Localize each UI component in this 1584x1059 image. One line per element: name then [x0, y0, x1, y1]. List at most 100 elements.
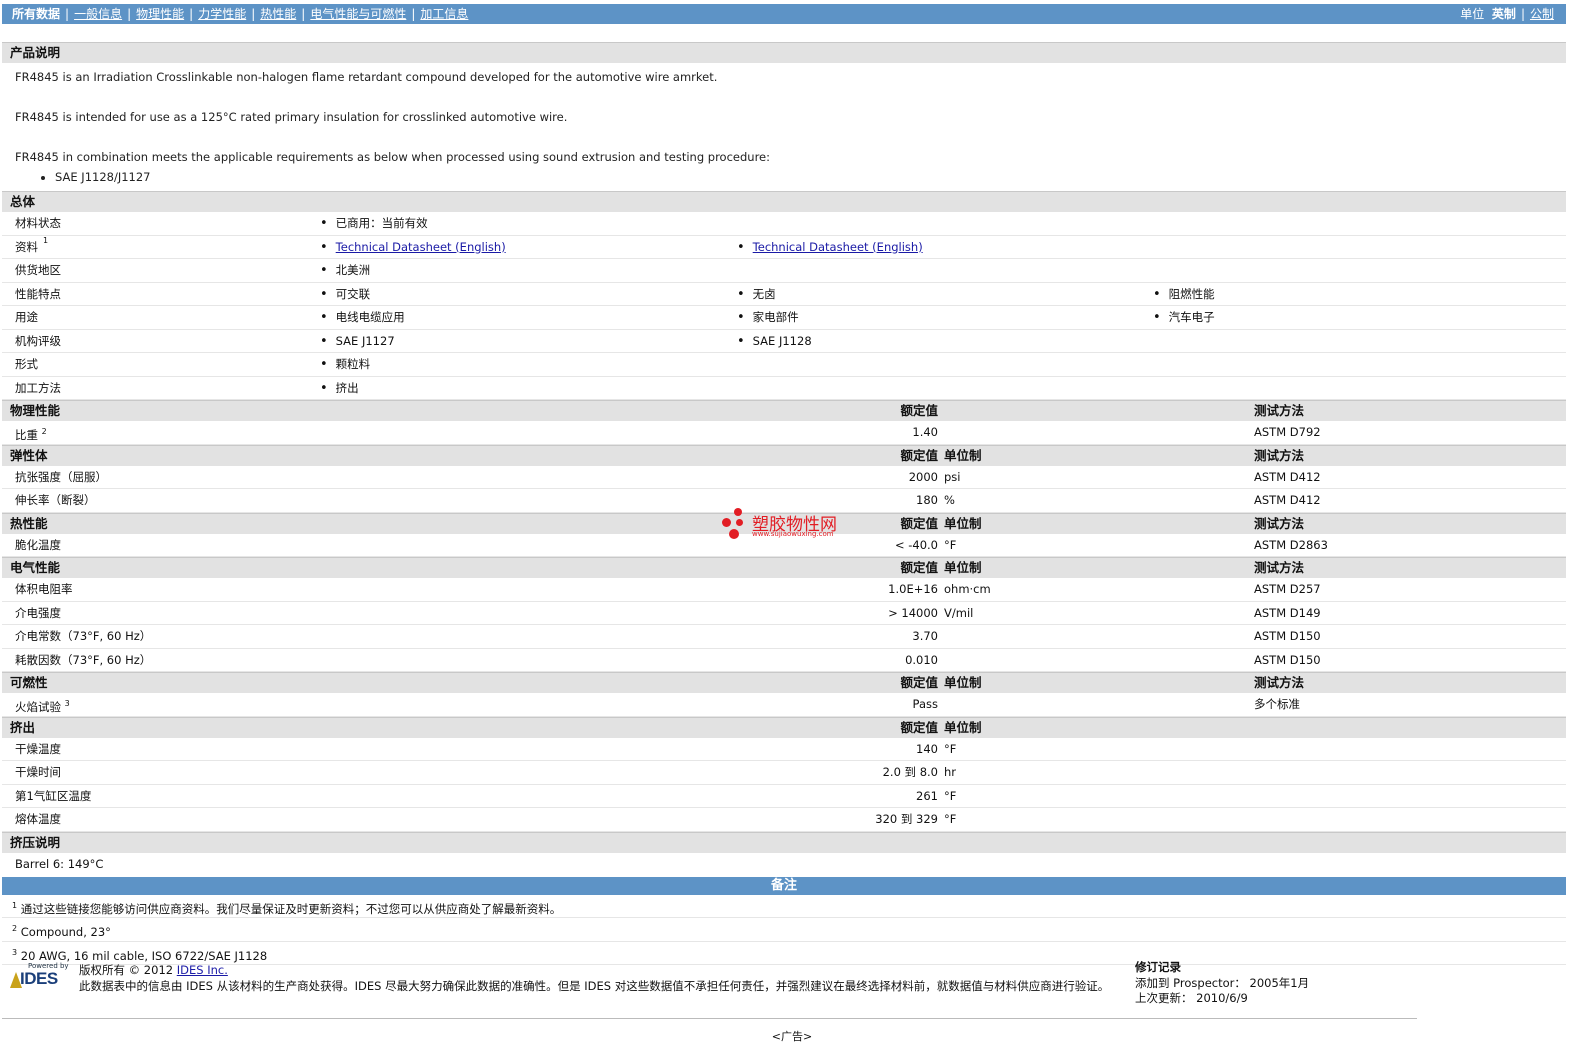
nominal-value: < -40.0 [894, 537, 938, 552]
value-text: 颗粒料 [335, 357, 371, 371]
note-text: Compound, 23° [20, 924, 111, 939]
row-value: 电线电缆应用 [320, 306, 405, 330]
description-para-2: FR4845 is intended for use as a 125°C ra… [15, 110, 568, 124]
footer: Powered by IDES 版权所有 © 2012 IDES Inc. 此数… [2, 960, 1417, 1019]
row-label: 形式 [15, 357, 38, 371]
nominal-value: 180 [916, 493, 938, 507]
row-label: 火焰试验 3 [15, 693, 70, 718]
row-value: SAE J1127 [320, 330, 395, 354]
row-label: 介电强度 [15, 602, 61, 625]
row-label: 第1气缸区温度 [15, 785, 91, 808]
unit-value: % [944, 493, 955, 507]
general-row: 用途 电线电缆应用 家电部件 汽车电子 [2, 306, 1566, 330]
copyright-block: 版权所有 © 2012 IDES Inc. 此数据表中的信息由 IDES 从该材… [79, 962, 1109, 994]
note-item: 1 通过这些链接您能够访问供应商资料。我们尽量保证及时更新资料；不过您可以从供应… [2, 895, 1566, 918]
note-item: 2 Compound, 23° [2, 918, 1566, 942]
section-header-flammability: 可燃性 额定值 单位制 测试方法 [2, 672, 1566, 693]
nav-general[interactable]: 一般信息 [74, 7, 122, 21]
nominal-value: 2000 [908, 469, 938, 484]
nominal-value: 1.0E+16 [888, 582, 938, 596]
description-para-3: FR4845 in combination meets the applicab… [15, 150, 771, 164]
footnote-ref: 1 [43, 235, 49, 245]
general-row: 形式 颗粒料 [2, 353, 1566, 377]
row-value: 已商用：当前有效 [320, 212, 428, 236]
description-para-1: FR4845 is an Irradiation Crosslinkable n… [15, 70, 718, 84]
extrusion-row: 干燥温度 140 °F [2, 738, 1566, 761]
nominal-value: 1.40 [912, 425, 938, 439]
test-method: ASTM D412 [1254, 469, 1321, 484]
section-header-extrusion: 挤出 额定值 单位制 [2, 716, 1566, 738]
section-header-elastomer: 弹性体 额定值 单位制 测试方法 [2, 444, 1566, 466]
row-value: 汽车电子 [1153, 306, 1215, 330]
footnote-number: 3 [12, 947, 18, 957]
notes-list: 1 通过这些链接您能够访问供应商资料。我们尽量保证及时更新资料；不过您可以从供应… [2, 895, 1566, 965]
extrusion-row: 熔体温度 320 到 329 °F [2, 808, 1566, 832]
disclaimer-text: 此数据表中的信息由 IDES 从该材料的生产商处获得。IDES 尽最大努力确保此… [79, 979, 1110, 993]
unit-switch: 单位 英制 | 公制 [1460, 7, 1554, 21]
row-value: Technical Datasheet (English) [737, 236, 923, 260]
notes-header: 备注 [2, 876, 1566, 895]
copyright-text: 版权所有 © 2012 [79, 963, 174, 977]
nav-all-data[interactable]: 所有数据 [12, 7, 60, 21]
nominal-value: 320 到 329 [875, 812, 938, 826]
company-link[interactable]: IDES Inc. [177, 963, 228, 977]
row-value: 北美洲 [320, 259, 371, 283]
extrusion-notes-text: Barrel 6: 149°C [15, 856, 104, 871]
value-text: 已商用：当前有效 [335, 216, 428, 230]
test-method: 多个标准 [1254, 697, 1300, 711]
row-label: 干燥温度 [15, 738, 61, 761]
datasheet-link[interactable]: Technical Datasheet (English) [753, 240, 923, 254]
nav-mechanical[interactable]: 力学性能 [198, 7, 246, 21]
watermark: 塑胶物性网 www.sujiaowuxing.com [722, 508, 862, 542]
label-text: 耗散因数（73°F, 60 Hz） [15, 652, 152, 667]
datasheet-link[interactable]: Technical Datasheet (English) [336, 240, 506, 254]
unit-value: V/mil [944, 605, 974, 620]
extrusion-row: 第1气缸区温度 261 °F [2, 785, 1566, 808]
nominal-value: 2.0 到 8.0 [882, 765, 938, 779]
nav-processing[interactable]: 加工信息 [420, 7, 468, 21]
row-label: 脆化温度 [15, 534, 61, 557]
ides-logo[interactable]: Powered by IDES [8, 962, 74, 990]
value-text: 无卤 [752, 286, 776, 301]
row-value: SAE J1128 [737, 330, 812, 354]
row-label: 加工方法 [15, 380, 61, 395]
test-method: ASTM D257 [1254, 582, 1321, 596]
footnote-number: 1 [12, 900, 18, 910]
section-header-electrical: 电气性能 额定值 单位制 测试方法 [2, 557, 1566, 578]
unit-value: ohm·cm [944, 582, 991, 596]
nav-thermal[interactable]: 热性能 [260, 7, 296, 21]
nominal-value: 0.010 [905, 652, 938, 667]
row-label: 熔体温度 [15, 808, 61, 831]
nominal-value: 261 [916, 788, 938, 803]
row-label: 资料 [15, 239, 38, 254]
unit-english: 英制 [1491, 7, 1516, 21]
nav-physical[interactable]: 物理性能 [136, 7, 184, 21]
footnote-number: 2 [12, 924, 18, 933]
label-text: 火焰试验 [15, 699, 61, 714]
label-text: 体积电阻率 [15, 582, 73, 596]
test-method: ASTM D2863 [1254, 537, 1328, 552]
value-text: SAE J1127 [335, 333, 395, 348]
nominal-value: > 14000 [888, 605, 938, 620]
label-text: 干燥温度 [15, 741, 61, 756]
row-value: Technical Datasheet (English) [320, 236, 506, 260]
row-value: 挤出 [320, 377, 359, 401]
footnote-ref: 3 [64, 699, 70, 708]
unit-value: psi [944, 469, 961, 484]
nominal-value: Pass [912, 697, 938, 711]
value-text: 汽车电子 [1168, 310, 1215, 324]
label-text: 抗张强度（屈服） [15, 469, 107, 484]
row-value: 无卤 [737, 283, 776, 307]
general-row: 资料 1 Technical Datasheet (English) Technica… [2, 236, 1566, 260]
section-header-description: 产品说明 [2, 42, 1566, 63]
test-method: ASTM D150 [1254, 652, 1321, 667]
extrusion-table: 干燥温度 140 °F 干燥时间 2.0 到 8.0 hr 第1气缸区温度 261 °F 熔体温度… [2, 738, 1566, 832]
nav-electrical[interactable]: 电气性能与可燃性 [310, 7, 406, 21]
unit-metric-link[interactable]: 公制 [1530, 7, 1554, 21]
test-method: ASTM D149 [1254, 605, 1321, 620]
row-label: 材料状态 [15, 216, 61, 230]
unit-value: °F [944, 812, 957, 826]
top-nav: 所有数据 | 一般信息 | 物理性能 | 力学性能 | 热性能 | 电气性能与可燃性 | 加工信息 单位… [2, 4, 1566, 24]
row-label: 干燥时间 [15, 761, 61, 784]
units-label: 单位 [1460, 7, 1485, 21]
